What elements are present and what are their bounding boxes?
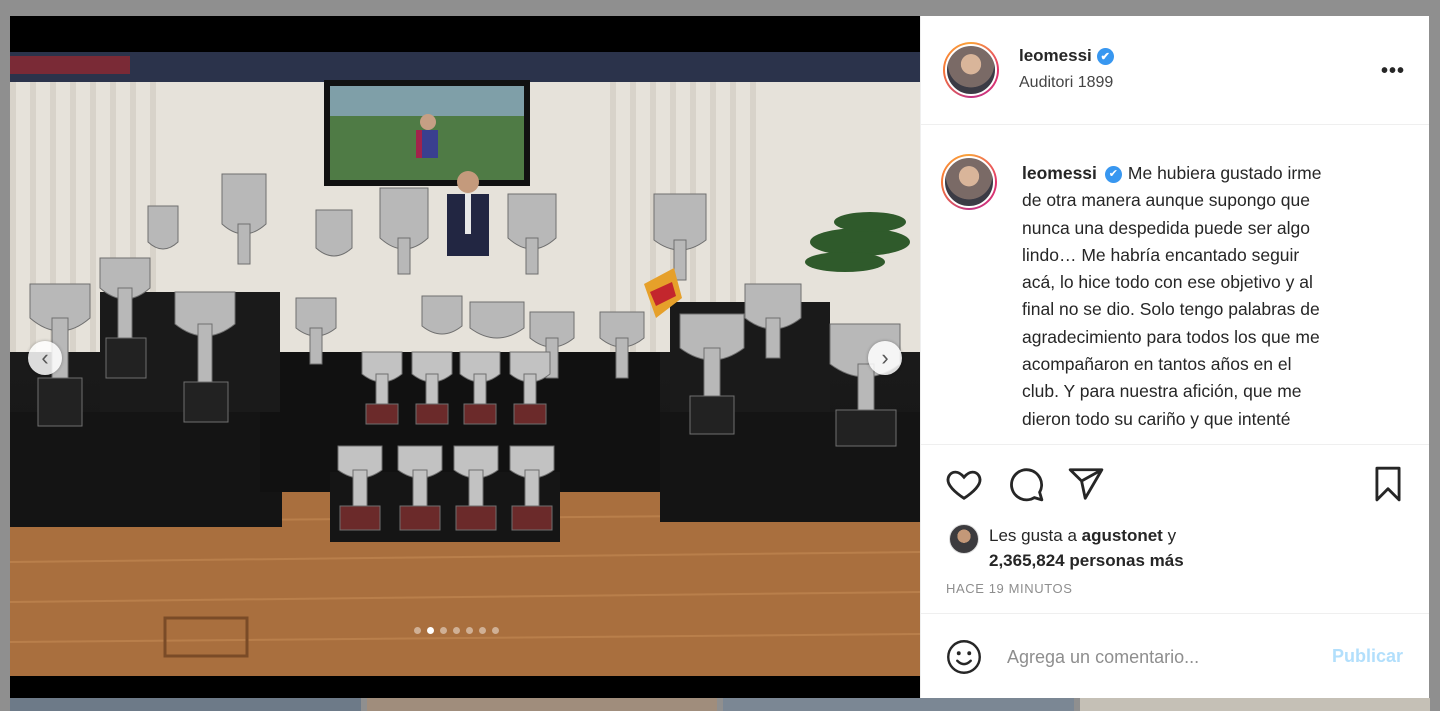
liker-username[interactable]: agustonet <box>1082 526 1163 545</box>
liker-avatar[interactable] <box>949 524 979 554</box>
caption-line: final no se dio. Solo tengo palabras de <box>1022 299 1320 320</box>
likes-prefix: Les gusta a <box>989 526 1082 545</box>
location-link[interactable]: Auditori 1899 <box>1019 74 1113 92</box>
caption-line: lindo… Me habría encantado seguir <box>1022 244 1300 265</box>
caption-line: acompañaron en tantos años en el <box>1022 354 1292 375</box>
carousel-dot <box>414 627 421 634</box>
post-side-panel: leomessi ✔ Auditori 1899 ••• leomessi ✔ Me … <box>920 16 1429 698</box>
likes-text: Les gusta a agustonet y 2,365,824 person… <box>989 523 1184 573</box>
carousel-dot <box>453 627 460 634</box>
emoji-icon[interactable] <box>946 639 982 675</box>
caption-line: agradecimiento para todos los que me <box>1022 326 1320 347</box>
publish-button[interactable]: Publicar <box>1332 646 1403 667</box>
likes-count[interactable]: 2,365,824 personas más <box>989 551 1184 570</box>
caption-line: Me hubiera gustado irme <box>1127 163 1322 183</box>
caption-username[interactable]: leomessi <box>1022 163 1097 183</box>
grid-thumbnails <box>10 698 1430 711</box>
comment-box: Publicar <box>921 613 1429 699</box>
caption-avatar[interactable] <box>941 154 997 210</box>
post-photo <box>10 52 920 676</box>
chevron-left-icon[interactable]: ‹ <box>28 341 62 375</box>
verified-icon: ✔ <box>1104 165 1122 183</box>
trophy-room-illustration <box>10 52 920 676</box>
header-username[interactable]: leomessi ✔ <box>1019 46 1114 66</box>
username-text[interactable]: leomessi <box>1019 46 1092 65</box>
grid-thumbnail[interactable] <box>1079 698 1430 711</box>
carousel-dot <box>492 627 499 634</box>
chevron-right-icon[interactable]: › <box>868 341 902 375</box>
carousel-dot <box>466 627 473 634</box>
bookmark-icon[interactable] <box>1369 465 1407 503</box>
carousel-dot <box>479 627 486 634</box>
caption-line: dieron todo su cariño y que intenté <box>1022 408 1291 429</box>
grid-thumbnail[interactable] <box>723 698 1074 711</box>
likes-mid: y <box>1162 526 1177 545</box>
post-actions: Les gusta a agustonet y 2,365,824 person… <box>921 444 1429 625</box>
caption-line: club. Y para nuestra afición, que me <box>1022 381 1302 402</box>
heart-icon[interactable] <box>945 465 983 503</box>
post-media: ‹ › <box>10 16 920 698</box>
carousel-dot <box>440 627 447 634</box>
caption-area: leomessi ✔ Me hubiera gustado irme de otra… <box>921 140 1429 444</box>
comment-icon[interactable] <box>1007 465 1045 503</box>
post-header: leomessi ✔ Auditori 1899 ••• <box>921 16 1429 125</box>
carousel-dots <box>414 627 499 634</box>
caption-line: nunca una despedida puede ser algo <box>1022 217 1311 238</box>
comment-input[interactable] <box>1005 642 1309 672</box>
grid-thumbnail[interactable] <box>366 698 717 711</box>
grid-thumbnail[interactable] <box>10 698 361 711</box>
share-icon[interactable] <box>1067 465 1105 503</box>
likes-summary: Les gusta a agustonet y 2,365,824 person… <box>949 523 1184 573</box>
carousel-dot <box>427 627 434 634</box>
avatar[interactable] <box>943 42 999 98</box>
more-options-icon[interactable]: ••• <box>1381 60 1405 83</box>
post-timestamp[interactable]: HACE 19 MINUTOS <box>946 581 1073 596</box>
caption: leomessi ✔ Me hubiera gustado irme de otra… <box>1022 160 1402 433</box>
caption-line: de otra manera aunque supongo que <box>1022 190 1311 211</box>
verified-icon: ✔ <box>1096 48 1114 66</box>
caption-line: acá, lo hice todo con ese objetivo y al <box>1022 272 1313 293</box>
